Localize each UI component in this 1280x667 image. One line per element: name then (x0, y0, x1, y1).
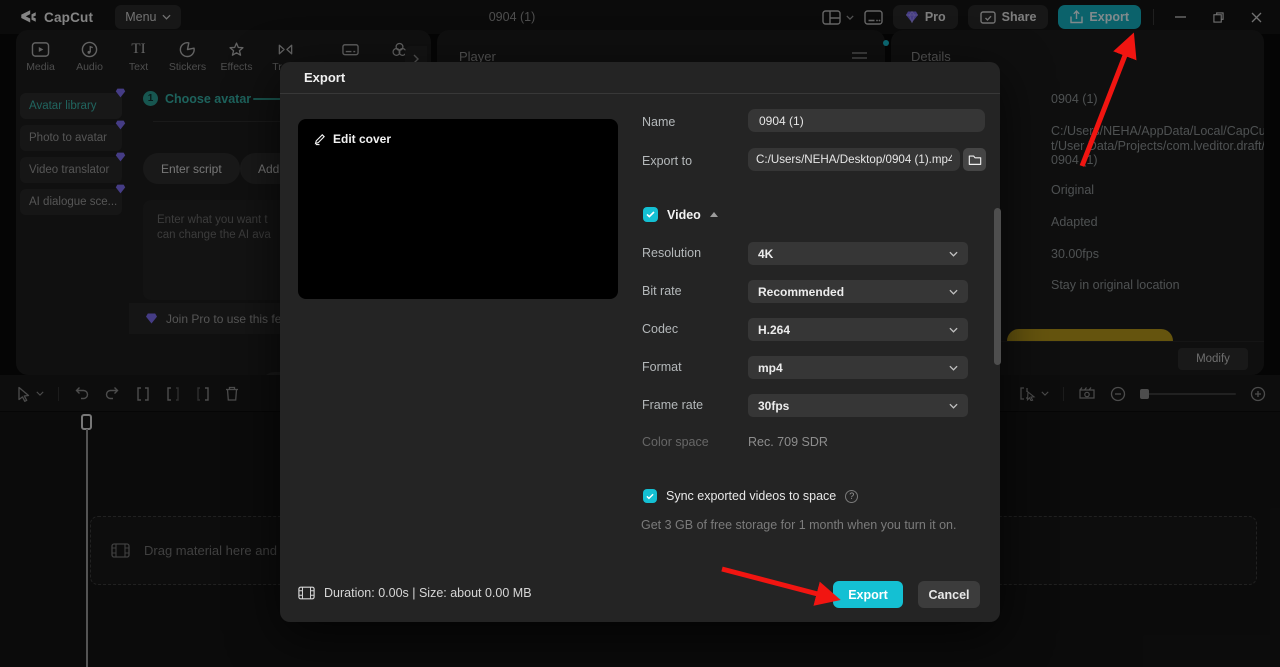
cancel-button[interactable]: Cancel (918, 581, 980, 608)
duration-size-text: Duration: 0.00s | Size: about 0.00 MB (324, 586, 532, 600)
color-space-value: Rec. 709 SDR (748, 435, 828, 449)
sync-label: Sync exported videos to space (666, 489, 836, 503)
sync-row: Sync exported videos to space ? (643, 489, 858, 503)
video-section-toggle[interactable]: Video (643, 207, 718, 222)
bitrate-select[interactable]: Recommended (748, 280, 968, 303)
storage-note: Get 3 GB of free storage for 1 month whe… (641, 518, 956, 532)
color-space-label: Color space (642, 435, 709, 449)
resolution-value: 4K (758, 247, 773, 261)
video-section-label: Video (667, 208, 701, 222)
framerate-label: Frame rate (642, 398, 703, 412)
framerate-select[interactable]: 30fps (748, 394, 968, 417)
format-value: mp4 (758, 361, 783, 375)
export-confirm-button[interactable]: Export (833, 581, 903, 608)
chevron-down-icon (949, 403, 958, 409)
bitrate-value: Recommended (758, 285, 844, 299)
export-dialog: Export Edit cover Name Export to Video R… (280, 62, 1000, 622)
pencil-icon (313, 132, 326, 146)
cancel-label: Cancel (929, 588, 970, 602)
export-dialog-header: Export (280, 62, 1000, 94)
check-icon (646, 211, 655, 218)
film-icon (298, 586, 315, 600)
codec-label: Codec (642, 322, 678, 336)
framerate-value: 30fps (758, 399, 789, 413)
format-label: Format (642, 360, 682, 374)
codec-value: H.264 (758, 323, 790, 337)
export-summary: Duration: 0.00s | Size: about 0.00 MB (298, 586, 532, 600)
dialog-scrollbar-thumb[interactable] (994, 208, 1001, 365)
bitrate-label: Bit rate (642, 284, 682, 298)
export-dialog-title: Export (304, 70, 345, 85)
export-confirm-label: Export (848, 588, 888, 602)
name-input[interactable] (748, 109, 985, 132)
edit-cover-label: Edit cover (333, 132, 391, 146)
folder-icon (968, 154, 982, 166)
cover-preview[interactable]: Edit cover (298, 119, 618, 299)
codec-select[interactable]: H.264 (748, 318, 968, 341)
collapse-caret-icon[interactable] (710, 212, 718, 217)
chevron-down-icon (949, 365, 958, 371)
edit-cover-button[interactable]: Edit cover (313, 132, 391, 146)
sync-checkbox[interactable] (643, 489, 657, 503)
format-select[interactable]: mp4 (748, 356, 968, 379)
resolution-select[interactable]: 4K (748, 242, 968, 265)
resolution-label: Resolution (642, 246, 701, 260)
chevron-down-icon (949, 251, 958, 257)
export-to-input[interactable] (748, 148, 960, 171)
check-icon (646, 493, 654, 500)
name-label: Name (642, 115, 675, 129)
chevron-down-icon (949, 289, 958, 295)
chevron-down-icon (949, 327, 958, 333)
browse-folder-button[interactable] (963, 148, 986, 171)
export-to-label: Export to (642, 154, 692, 168)
help-icon[interactable]: ? (845, 490, 858, 503)
video-checkbox[interactable] (643, 207, 658, 222)
capcut-window: CapCut Menu 0904 (1) Pro (0, 0, 1280, 667)
